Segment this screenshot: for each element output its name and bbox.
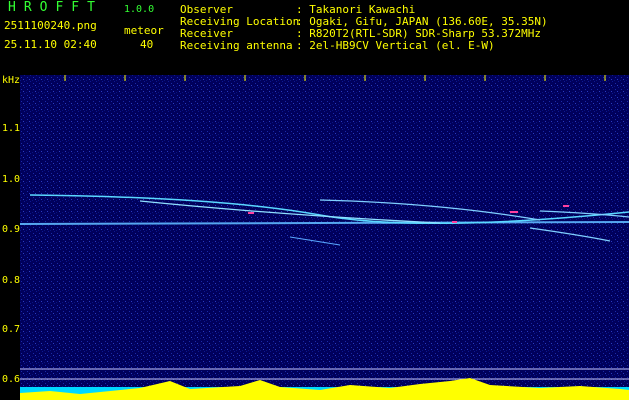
freq-tick: 1.1 bbox=[2, 123, 21, 134]
unit-label: kHz bbox=[2, 75, 21, 86]
freq-tick: 0.9 bbox=[2, 224, 21, 235]
freq-tick: 0.8 bbox=[2, 275, 21, 286]
meteor-count: 40 bbox=[140, 38, 154, 51]
freq-tick: 0.7 bbox=[2, 324, 21, 335]
freq-tick: 0.6 bbox=[2, 374, 21, 385]
freq-tick: 1.0 bbox=[2, 174, 21, 185]
header-panel: HROFFT 1.0.0 2511100240.png meteor 25.11… bbox=[0, 0, 629, 74]
date-time: 25.11.10 02:40 bbox=[4, 38, 97, 51]
spectrogram-plot bbox=[20, 75, 629, 400]
app-brand: HROFFT bbox=[8, 0, 103, 15]
app-version: 1.0.0 bbox=[124, 4, 155, 15]
info-value-antenna: : 2el-HB9CV Vertical (el. E-W) bbox=[296, 39, 495, 52]
file-name: 2511100240.png bbox=[4, 19, 97, 32]
info-key-antenna: Receiving antenna bbox=[180, 39, 293, 52]
spectrogram-background bbox=[20, 75, 629, 400]
meteor-label: meteor bbox=[124, 24, 164, 37]
